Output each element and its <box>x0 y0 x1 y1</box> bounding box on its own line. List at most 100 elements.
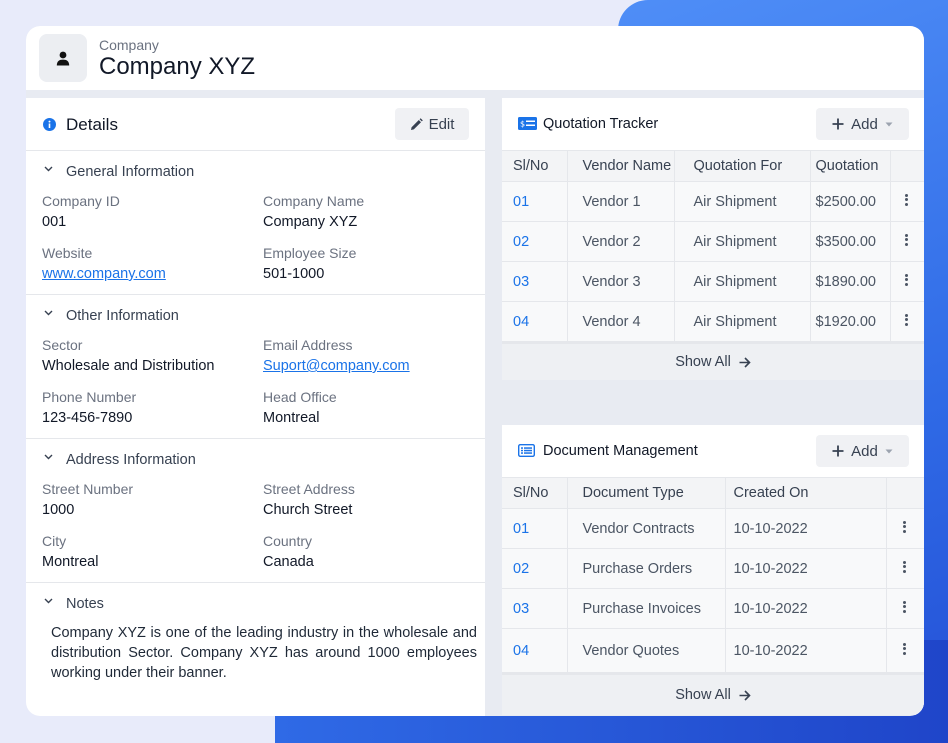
field-label: Company ID <box>42 193 120 209</box>
row-number-link[interactable]: 03 <box>502 588 568 629</box>
other-information-toggle[interactable]: Other Information <box>26 295 485 335</box>
field-value: 001 <box>42 214 67 230</box>
plus-icon <box>832 118 844 130</box>
field-value: Montreal <box>263 410 320 426</box>
quotation-for: Air Shipment <box>674 301 811 342</box>
row-number-link[interactable]: 01 <box>502 508 568 549</box>
chevron-down-icon <box>44 454 53 460</box>
column-header[interactable]: Sl/No <box>502 477 568 509</box>
field-label: Email Address <box>263 337 353 353</box>
company-id-field: Company ID 001 <box>42 191 263 243</box>
document-management-header: Document Management Add <box>502 425 924 477</box>
column-header[interactable]: Vendor Name <box>567 150 675 182</box>
table-row: 04 Vendor 4 Air Shipment $1920.00 <box>502 301 924 342</box>
notes-text: Company XYZ is one of the leading indust… <box>51 625 477 681</box>
table-row: 04 Vendor Quotes 10-10-2022 <box>502 628 924 673</box>
email-field: Email Address Suport@company.com <box>263 335 484 387</box>
document-type: Purchase Invoices <box>567 588 726 629</box>
edit-label: Edit <box>428 115 455 133</box>
field-label: Phone Number <box>42 389 137 405</box>
notes-toggle[interactable]: Notes <box>26 583 485 623</box>
field-value: 123-456-7890 <box>42 410 133 426</box>
address-information-toggle[interactable]: Address Information <box>26 439 485 479</box>
website-field: Website www.company.com <box>42 243 263 295</box>
created-on: 10-10-2022 <box>725 508 887 549</box>
section-title: Address Information <box>66 452 196 468</box>
details-panel: Details Edit General Information Company… <box>26 98 485 716</box>
row-menu-button[interactable] <box>886 588 924 629</box>
arrow-right-icon <box>739 356 751 368</box>
row-number-link[interactable]: 01 <box>502 181 568 222</box>
table-row: 01 Vendor 1 Air Shipment $2500.00 <box>502 181 924 222</box>
more-vertical-icon <box>903 519 907 534</box>
column-header[interactable]: Quotation For <box>674 150 811 182</box>
row-number-link[interactable]: 04 <box>502 628 568 673</box>
quotation-for: Air Shipment <box>674 221 811 262</box>
column-header[interactable]: Created On <box>725 477 887 509</box>
chevron-down-icon <box>44 598 53 604</box>
row-number-link[interactable]: 04 <box>502 301 568 342</box>
quotation-show-all-button[interactable]: Show All <box>502 342 924 380</box>
document-type: Vendor Contracts <box>567 508 726 549</box>
other-information-section: Other Information Sector Wholesale and D… <box>26 295 485 439</box>
general-information-toggle[interactable]: General Information <box>26 151 485 191</box>
edit-button[interactable]: Edit <box>395 108 469 140</box>
quotation-for: Air Shipment <box>674 181 811 222</box>
street-number-field: Street Number 1000 <box>42 479 263 531</box>
email-link[interactable]: Suport@company.com <box>263 358 484 374</box>
quotation-tracker-panel: $ Quotation Tracker Add Sl/No Vendor Nam… <box>502 98 924 380</box>
show-all-label: Show All <box>675 687 731 703</box>
info-icon <box>43 118 56 131</box>
company-name-field: Company Name Company XYZ <box>263 191 484 243</box>
address-information-section: Address Information Street Number 1000 S… <box>26 439 485 583</box>
details-header: Details Edit <box>26 98 485 151</box>
add-quotation-button[interactable]: Add <box>816 108 909 140</box>
quotation-for: Air Shipment <box>674 261 811 302</box>
chevron-down-icon <box>44 166 53 172</box>
user-icon <box>56 51 70 66</box>
sector-field: Sector Wholesale and Distribution <box>42 335 263 387</box>
field-label: Head Office <box>263 389 337 405</box>
field-label: Website <box>42 245 93 261</box>
row-menu-button[interactable] <box>890 301 924 342</box>
column-header[interactable]: Quotation <box>810 150 891 182</box>
website-link[interactable]: www.company.com <box>42 266 263 282</box>
row-menu-button[interactable] <box>886 508 924 549</box>
section-title: General Information <box>66 164 195 180</box>
caret-down-icon <box>885 122 893 126</box>
pencil-icon <box>410 117 423 130</box>
column-header-actions <box>886 477 924 509</box>
arrow-right-icon <box>739 689 751 701</box>
caret-down-icon <box>885 449 893 453</box>
quotation-table: Sl/No Vendor Name Quotation For Quotatio… <box>502 150 924 342</box>
documents-show-all-button[interactable]: Show All <box>502 673 924 715</box>
field-label: Company Name <box>263 193 365 209</box>
quotation-icon: $ <box>518 117 537 130</box>
field-label: City <box>42 533 67 549</box>
field-label: Employee Size <box>263 245 357 261</box>
more-vertical-icon <box>903 559 907 574</box>
table-row: 03 Purchase Invoices 10-10-2022 <box>502 588 924 629</box>
row-menu-button[interactable] <box>886 628 924 673</box>
field-label: Street Address <box>263 481 355 497</box>
document-list-icon <box>518 444 535 457</box>
column-header[interactable]: Sl/No <box>502 150 568 182</box>
row-menu-button[interactable] <box>890 221 924 262</box>
table-row: 03 Vendor 3 Air Shipment $1890.00 <box>502 261 924 302</box>
row-number-link[interactable]: 02 <box>502 548 568 589</box>
column-header[interactable]: Document Type <box>567 477 726 509</box>
table-row: 01 Vendor Contracts 10-10-2022 <box>502 508 924 549</box>
quotation-amount: $1920.00 <box>810 301 891 342</box>
add-document-button[interactable]: Add <box>816 435 909 467</box>
row-number-link[interactable]: 02 <box>502 221 568 262</box>
street-address-field: Street Address Church Street <box>263 479 484 531</box>
row-number-link[interactable]: 03 <box>502 261 568 302</box>
row-menu-button[interactable] <box>886 548 924 589</box>
row-menu-button[interactable] <box>890 261 924 302</box>
field-value: Wholesale and Distribution <box>42 358 215 374</box>
section-title: Other Information <box>66 308 179 324</box>
row-menu-button[interactable] <box>890 181 924 222</box>
more-vertical-icon <box>905 312 909 327</box>
field-value: 501-1000 <box>263 266 325 282</box>
field-label: Country <box>263 533 313 549</box>
